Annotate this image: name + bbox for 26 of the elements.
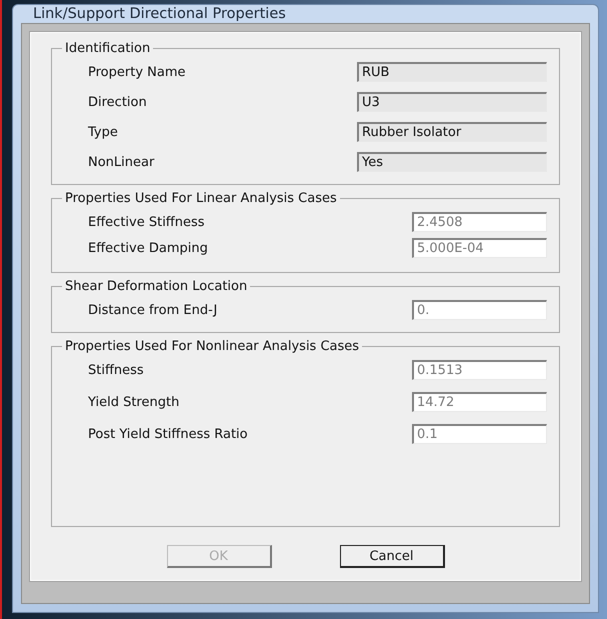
cancel-button[interactable]: Cancel — [340, 545, 444, 568]
window-title: Link/Support Directional Properties — [33, 6, 286, 22]
field-label: Effective Stiffness — [88, 214, 205, 230]
field-label: Distance from End-J — [88, 302, 218, 318]
group-title: Shear Deformation Location — [64, 279, 248, 294]
text-field[interactable]: 14.72 — [412, 392, 547, 412]
text-field[interactable]: 0.1 — [412, 424, 547, 444]
text-field[interactable]: U3 — [357, 92, 547, 112]
text-field[interactable]: 0.1513 — [412, 360, 547, 380]
group-title: Identification — [64, 41, 152, 56]
field-label: Effective Damping — [88, 240, 208, 256]
text-field[interactable]: RUB — [357, 62, 547, 82]
field-label: Post Yield Stiffness Ratio — [88, 426, 248, 442]
field-label: Yield Strength — [88, 394, 180, 410]
field-label: Direction — [88, 94, 147, 110]
text-field[interactable]: 5.000E-04 — [412, 238, 547, 258]
text-field[interactable]: Rubber Isolator — [357, 122, 547, 142]
text-field[interactable]: 2.4508 — [412, 212, 547, 232]
field-label: NonLinear — [88, 154, 154, 170]
group-title: Properties Used For Nonlinear Analysis Cases — [64, 339, 360, 354]
group-title: Properties Used For Linear Analysis Cases — [64, 191, 338, 206]
field-label: Property Name — [88, 64, 186, 80]
field-label: Type — [88, 124, 118, 140]
text-field[interactable]: 0. — [412, 300, 547, 320]
text-field[interactable]: Yes — [357, 152, 547, 172]
field-label: Stiffness — [88, 362, 144, 378]
